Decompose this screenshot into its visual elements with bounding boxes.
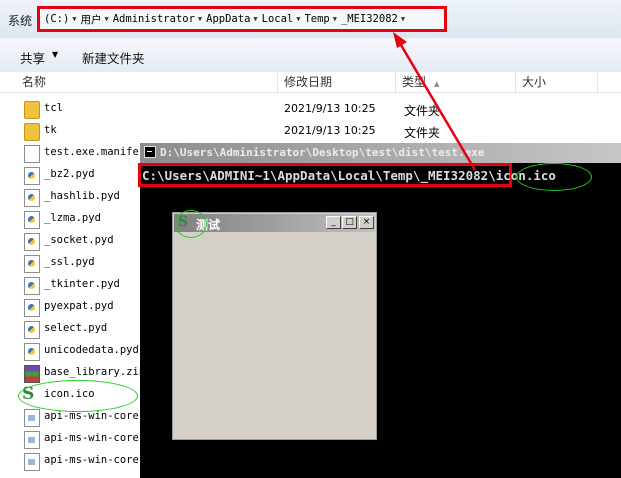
annotation-arrow-head xyxy=(393,32,407,48)
annotation-arrow xyxy=(393,32,477,171)
annotation-arrow-line xyxy=(396,39,477,171)
